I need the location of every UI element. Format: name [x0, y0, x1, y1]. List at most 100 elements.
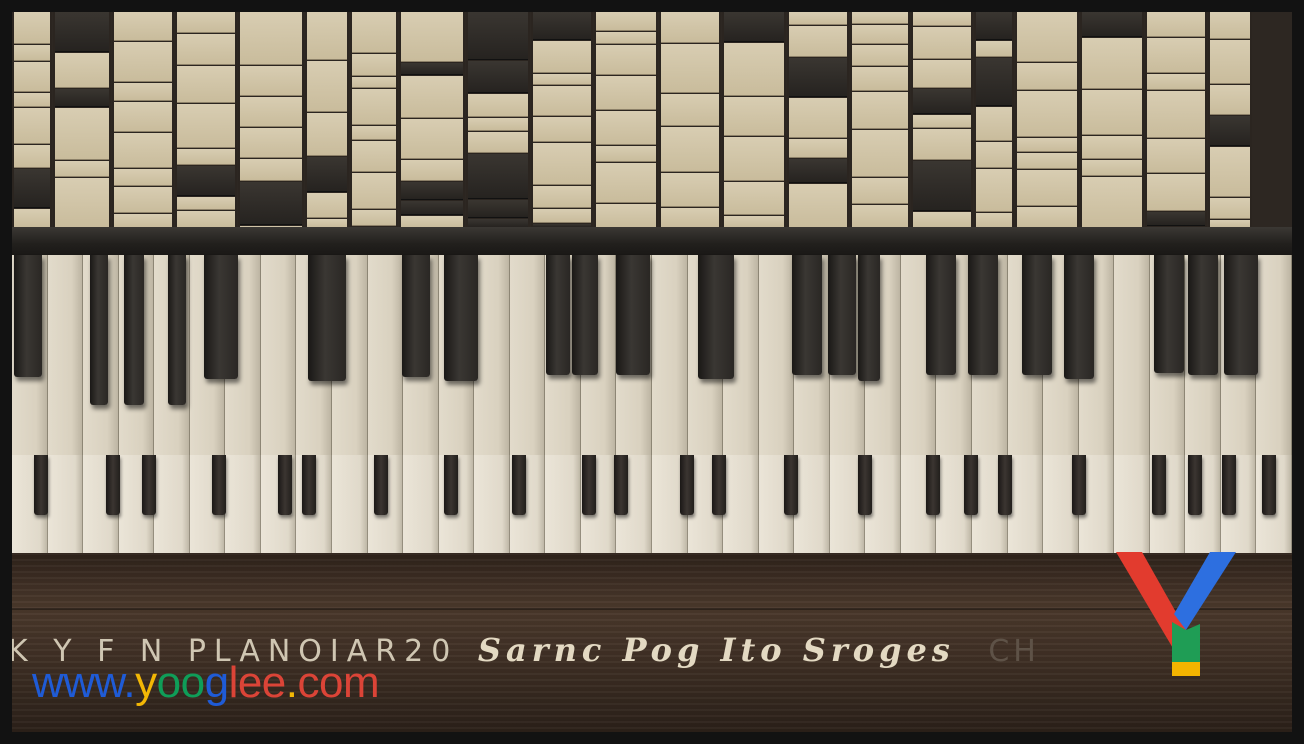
block-tile [789, 98, 847, 138]
block-tile [913, 27, 971, 59]
black-key [680, 455, 694, 515]
block-tile [1210, 116, 1250, 146]
black-key [308, 255, 346, 381]
block-tile [789, 139, 847, 158]
block-tile [852, 205, 908, 228]
block-tile [852, 92, 908, 129]
black-key [444, 255, 478, 381]
block-tile [352, 54, 396, 76]
block-tile [976, 142, 1012, 168]
block-column [466, 12, 530, 228]
block-tile [1017, 63, 1077, 90]
black-key [1262, 455, 1276, 515]
block-tile [352, 77, 396, 88]
block-tile [533, 12, 591, 40]
black-key [402, 255, 430, 377]
black-key [14, 255, 42, 377]
block-tile [913, 89, 971, 114]
white-key [545, 455, 581, 553]
black-key [302, 455, 316, 515]
block-tile [352, 12, 396, 53]
black-key [828, 255, 856, 375]
black-key [444, 455, 458, 515]
block-tile [55, 12, 109, 52]
block-tile [1210, 85, 1250, 115]
block-tile [789, 26, 847, 57]
block-tile [724, 137, 784, 181]
watermark-url-part: com [297, 658, 380, 707]
block-tile [1017, 170, 1077, 206]
white-key [367, 255, 404, 455]
black-key [1188, 255, 1218, 375]
block-tile [1017, 138, 1077, 152]
black-key [278, 455, 292, 515]
block-tile [1082, 38, 1142, 89]
black-key [124, 255, 144, 405]
block-tile [401, 119, 463, 159]
watermark-url-part: lee [228, 658, 287, 707]
block-tile [114, 102, 172, 132]
block-tile [401, 182, 463, 200]
black-key [926, 255, 956, 375]
block-tile [533, 143, 591, 185]
black-key [1222, 455, 1236, 515]
block-tile [852, 67, 908, 91]
block-tile [468, 154, 528, 199]
block-tile [1147, 38, 1205, 73]
block-tile [240, 97, 302, 127]
black-key [926, 455, 940, 515]
block-tile [1147, 91, 1205, 138]
black-key [858, 455, 872, 515]
watermark-url: www.yooglee.com [32, 658, 380, 708]
lower-keyboard [12, 455, 1292, 553]
block-tile [240, 66, 302, 96]
block-column [112, 12, 174, 228]
block-tile [240, 128, 302, 158]
block-tile [1147, 212, 1205, 226]
white-key [1007, 455, 1044, 553]
block-tile [14, 169, 50, 208]
block-tile [177, 197, 235, 210]
block-tile [307, 193, 347, 218]
block-tile [401, 201, 463, 215]
block-tile [240, 12, 302, 65]
upper-keyboard [12, 255, 1292, 455]
black-key [1064, 255, 1094, 379]
white-key [794, 455, 830, 553]
block-tile [596, 76, 656, 110]
black-key [614, 455, 628, 515]
block-tile [352, 141, 396, 172]
block-tile [533, 117, 591, 142]
block-tile [661, 12, 719, 43]
block-tile [533, 209, 591, 223]
block-tile [1017, 12, 1077, 62]
block-column [1145, 12, 1207, 227]
white-key [723, 455, 759, 553]
block-tile [55, 161, 109, 177]
block-tile [14, 62, 50, 92]
block-tile [352, 126, 396, 140]
block-tile [177, 34, 235, 65]
white-key [474, 255, 510, 455]
block-column [238, 12, 304, 228]
block-tile [55, 108, 109, 160]
block-tile [1082, 136, 1142, 159]
black-key [1188, 455, 1202, 515]
block-tile [1082, 160, 1142, 176]
block-column [53, 12, 111, 228]
black-key [142, 455, 156, 515]
block-tile [1082, 177, 1142, 228]
block-column [399, 12, 465, 228]
block-column [531, 12, 593, 228]
block-tile [789, 58, 847, 97]
block-tile [661, 127, 719, 172]
block-tile [352, 173, 396, 209]
block-tile [596, 111, 656, 145]
watermark-url-part: oo [156, 658, 205, 707]
black-key [698, 255, 734, 379]
white-key [1114, 255, 1150, 455]
white-key [403, 455, 439, 553]
watermark-url-part: www. [32, 658, 136, 707]
block-tile [14, 108, 50, 144]
block-tile [177, 166, 235, 196]
